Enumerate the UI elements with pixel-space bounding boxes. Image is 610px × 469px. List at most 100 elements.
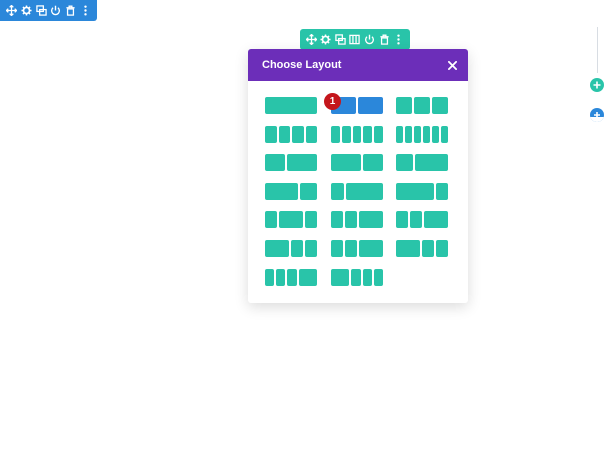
section-more-button[interactable]	[79, 4, 92, 17]
layout-column	[331, 182, 344, 200]
layout-column	[305, 240, 317, 257]
layout-column	[291, 240, 303, 257]
layout-option[interactable]	[265, 211, 317, 229]
row-toolbar	[300, 29, 410, 50]
layout-column	[410, 211, 422, 229]
layout-column	[265, 154, 285, 172]
layout-option[interactable]	[396, 240, 448, 257]
layout-option[interactable]	[331, 240, 383, 257]
gear-icon	[320, 34, 331, 45]
layout-option[interactable]	[396, 154, 448, 172]
step-badge: 1	[324, 93, 341, 110]
add-module-icon	[593, 81, 601, 89]
layout-option[interactable]	[396, 125, 448, 143]
layout-column	[331, 240, 343, 257]
layout-option[interactable]	[265, 125, 317, 143]
layout-column	[345, 240, 357, 257]
layout-column	[396, 240, 420, 257]
layout-column	[331, 154, 361, 172]
layout-column	[331, 125, 340, 143]
row-move-button[interactable]	[305, 33, 318, 46]
layout-column	[441, 125, 448, 143]
layout-column	[422, 240, 434, 257]
more-icon	[84, 5, 87, 16]
add-section-button[interactable]	[590, 108, 604, 122]
layout-column	[362, 268, 372, 286]
layout-column	[359, 240, 383, 257]
layout-column	[265, 125, 277, 143]
move-icon	[5, 5, 17, 16]
layout-column	[305, 125, 317, 143]
move-icon	[305, 34, 317, 45]
row-power-button[interactable]	[363, 33, 376, 46]
layout-option[interactable]	[265, 182, 317, 200]
layout-column	[265, 268, 275, 286]
layout-column	[432, 125, 439, 143]
layout-option[interactable]	[265, 154, 317, 172]
layout-option[interactable]	[331, 154, 383, 172]
modal-title: Choose Layout	[262, 59, 342, 71]
layout-column	[300, 182, 317, 200]
layout-column	[396, 97, 412, 114]
duplicate-icon	[335, 34, 346, 45]
layout-option[interactable]	[331, 211, 383, 229]
layout-column	[363, 154, 383, 172]
layout-column	[265, 182, 299, 200]
section-toolbar	[0, 0, 97, 21]
layout-column	[396, 125, 403, 143]
layout-option[interactable]	[396, 211, 448, 229]
layout-column	[351, 268, 361, 286]
trash-icon	[66, 5, 75, 16]
layout-column	[363, 125, 373, 143]
modal-header: Choose Layout	[248, 49, 468, 81]
layout-column	[358, 97, 383, 114]
section-gear-button[interactable]	[20, 4, 33, 17]
layout-column	[396, 154, 413, 172]
layout-column	[287, 154, 317, 172]
layout-column	[331, 211, 343, 229]
row-columns-button[interactable]	[348, 33, 361, 46]
layout-column	[265, 211, 277, 229]
layout-column	[414, 154, 448, 172]
layout-option[interactable]	[331, 268, 384, 286]
insert-guide-line	[597, 27, 598, 73]
layout-option[interactable]	[265, 97, 317, 114]
layout-option[interactable]	[265, 240, 317, 257]
section-move-button[interactable]	[5, 4, 18, 17]
layout-column	[331, 268, 350, 286]
row-gear-button[interactable]	[319, 33, 332, 46]
section-duplicate-button[interactable]	[35, 4, 48, 17]
layout-column	[341, 125, 351, 143]
layout-option[interactable]	[396, 97, 448, 114]
layout-column	[424, 211, 448, 229]
layout-column	[373, 268, 384, 286]
row-more-button[interactable]	[392, 33, 405, 46]
layout-option[interactable]	[396, 182, 448, 200]
layout-column	[414, 125, 421, 143]
section-trash-button[interactable]	[64, 4, 77, 17]
layout-column	[345, 211, 357, 229]
row-duplicate-button[interactable]	[334, 33, 347, 46]
layout-column	[345, 182, 383, 200]
layout-column	[405, 125, 412, 143]
add-module-button[interactable]	[590, 78, 604, 92]
layout-option[interactable]	[265, 268, 318, 286]
close-icon	[447, 60, 457, 70]
layout-column	[435, 182, 448, 200]
layout-column	[287, 268, 297, 286]
layout-column	[305, 211, 317, 229]
power-icon	[365, 34, 375, 45]
trash-icon	[379, 34, 389, 45]
layout-column	[432, 97, 448, 114]
row-trash-button[interactable]	[378, 33, 391, 46]
layout-column	[298, 268, 318, 286]
layout-option[interactable]	[331, 125, 383, 143]
layout-option[interactable]	[331, 182, 383, 200]
layout-column	[396, 211, 408, 229]
layout-column	[279, 211, 303, 229]
section-power-button[interactable]	[49, 4, 62, 17]
layout-column	[414, 97, 430, 114]
close-button[interactable]	[444, 57, 460, 73]
layout-column	[265, 240, 289, 257]
gear-icon	[21, 5, 32, 16]
